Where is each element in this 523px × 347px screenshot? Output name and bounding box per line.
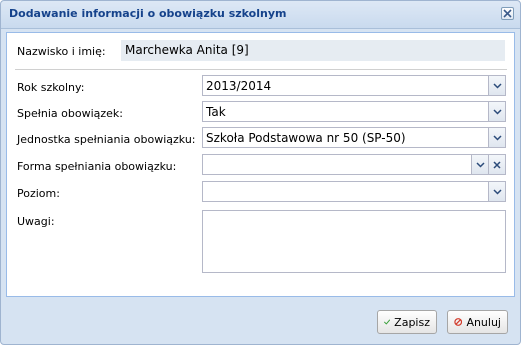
chevron-down-icon [492, 82, 502, 89]
fulfils-value: Tak [206, 105, 226, 119]
unit-combo[interactable]: Szkoła Podstawowa nr 50 (SP-50) [202, 127, 506, 148]
cancel-label: Anuluj [466, 315, 501, 329]
form-label: Forma spełniania obowiązku: [17, 160, 177, 173]
fulfils-label: Spełnia obowiązek: [17, 107, 123, 120]
dialog-title: Dodawanie informacji o obowiązku szkolny… [9, 7, 287, 20]
cancel-icon [454, 318, 463, 326]
level-combo[interactable] [202, 181, 506, 202]
form-clear-button[interactable] [488, 155, 505, 174]
chevron-down-icon [475, 161, 485, 168]
year-dropdown-trigger[interactable] [488, 76, 505, 95]
year-value: 2013/2014 [206, 79, 272, 93]
title-bar[interactable]: Dodawanie informacji o obowiązku szkolny… [1, 1, 520, 29]
chevron-down-icon [492, 134, 502, 141]
form-combo[interactable] [202, 154, 506, 175]
unit-dropdown-trigger[interactable] [488, 128, 505, 147]
fulfils-combo[interactable]: Tak [202, 101, 506, 122]
unit-value: Szkoła Podstawowa nr 50 (SP-50) [206, 131, 406, 145]
cancel-button[interactable]: Anuluj [447, 310, 508, 334]
clear-icon [493, 160, 501, 169]
level-dropdown-trigger[interactable] [488, 182, 505, 201]
close-button[interactable] [501, 7, 514, 20]
save-label: Zapisz [394, 315, 430, 329]
form-dropdown-trigger[interactable] [471, 155, 488, 174]
name-value: Marchewka Anita [9] [121, 40, 505, 61]
year-combo[interactable]: 2013/2014 [202, 75, 506, 96]
form-panel: Nazwisko i imię: Marchewka Anita [9] Rok… [6, 32, 515, 297]
chevron-down-icon [492, 188, 502, 195]
fulfils-dropdown-trigger[interactable] [488, 102, 505, 121]
close-icon [503, 9, 512, 18]
chevron-down-icon [492, 108, 502, 115]
dialog-window: Dodawanie informacji o obowiązku szkolny… [0, 0, 521, 345]
unit-label: Jednostka spełniania obowiązku: [17, 133, 196, 146]
year-label: Rok szkolny: [17, 81, 85, 94]
divider [15, 69, 507, 70]
level-label: Poziom: [17, 187, 60, 200]
save-button[interactable]: Zapisz [377, 310, 437, 334]
notes-label: Uwagi: [17, 215, 55, 228]
name-label: Nazwisko i imię: [17, 45, 106, 58]
notes-textarea[interactable] [202, 210, 506, 273]
checkmark-icon [384, 319, 391, 325]
